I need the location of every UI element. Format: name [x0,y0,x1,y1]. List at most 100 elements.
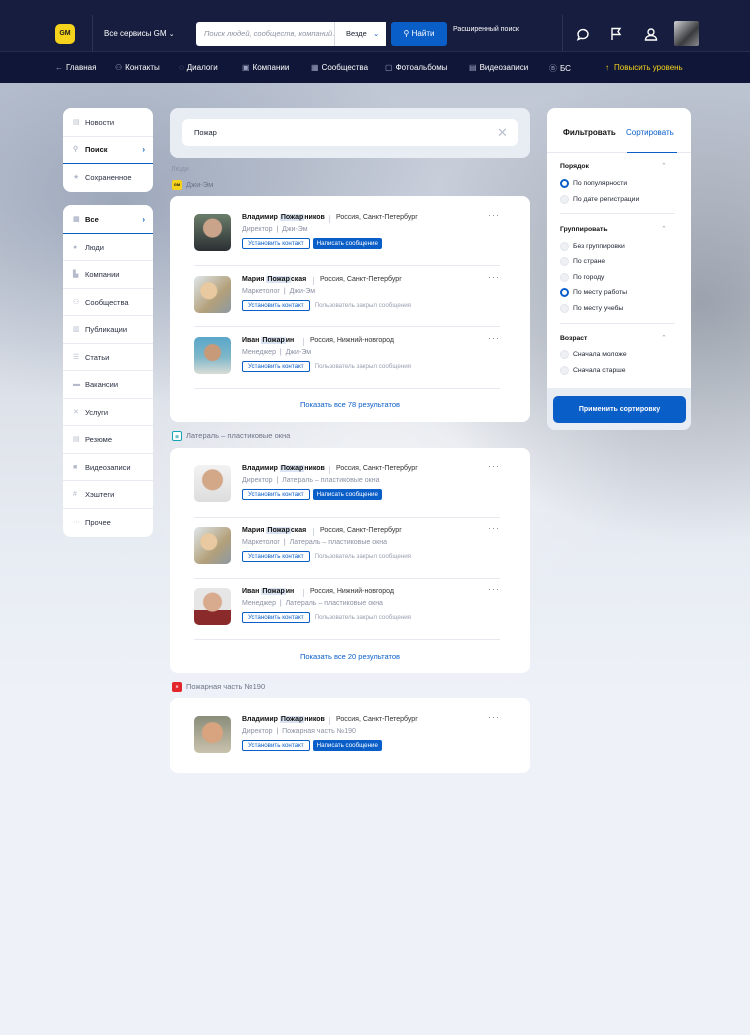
person-name[interactable]: Владимир Пожарников [242,716,325,723]
arrow-left-icon: ← [55,63,63,72]
query-input[interactable]: Пожар [182,119,518,146]
category-companies[interactable]: ▙ Компании [63,261,153,289]
add-contact-button[interactable]: Установить контакт [242,489,310,500]
gm-logo[interactable]: GM [55,24,75,44]
document-icon: ▥ [73,326,80,333]
person-name[interactable]: Иван Пожарин [242,337,294,344]
nav-label: БС [560,64,571,73]
user-icon[interactable] [643,26,659,42]
person-photo[interactable] [194,276,231,313]
category-communities[interactable]: ⚇ Сообщества [63,289,153,316]
category-publications[interactable]: ▥ Публикации [63,316,153,344]
bs-icon: Ⓑ [549,64,557,73]
radio-popularity[interactable]: По популярности [560,179,627,188]
person-photo[interactable] [194,527,231,564]
person-photo[interactable] [194,588,231,625]
nav-communities[interactable]: ▦ Сообщества [311,63,368,72]
scope-label: Везде [346,29,367,38]
star-icon: ★ [73,174,80,181]
add-contact-button[interactable]: Установить контакт [242,361,310,372]
person-name[interactable]: Мария Пожарская [242,527,306,534]
category-hashtags[interactable]: # Хэштеги [63,481,153,509]
sidebar-main: ▤ Новости ⚲ Поиск › ★ Сохраненное [63,108,153,192]
radio-registration-date[interactable]: По дате регистрации [560,195,639,204]
person-name[interactable]: Владимир Пожарников [242,214,325,221]
advanced-search-link[interactable]: Расширенный поиск [453,25,523,35]
radio-no-grouping[interactable]: Без группировки [560,242,625,251]
person-photo[interactable] [194,716,231,753]
radio-by-country[interactable]: По стране [560,257,605,266]
more-icon[interactable]: ··· [488,584,500,594]
nav-contacts[interactable]: ⚇ Контакты [115,63,160,72]
add-contact-button[interactable]: Установить контакт [242,612,310,623]
category-all[interactable]: ▦ Все › [63,206,153,234]
radio-by-workplace[interactable]: По месту работы [560,288,627,297]
person-name[interactable]: Мария Пожарская [242,276,306,283]
sidebar-item-saved[interactable]: ★ Сохраненное [63,164,153,192]
person-photo[interactable] [194,214,231,251]
category-articles[interactable]: ☰ Статьи [63,344,153,371]
flag-icon[interactable] [608,26,624,42]
person-name[interactable]: Владимир Пожарников [242,465,325,472]
nav-home[interactable]: ← Главная [55,63,96,72]
person-photo[interactable] [194,337,231,374]
list-item: Мария Пожарская Россия, Санкт-Петербург … [194,272,502,338]
more-icon[interactable]: ··· [488,210,500,220]
category-people[interactable]: ● Люди [63,234,153,261]
show-all-link[interactable]: Показать все 78 результатов [170,400,530,409]
tab-filter[interactable]: Фильтровать [563,128,616,137]
sidebar-item-news[interactable]: ▤ Новости [63,109,153,137]
nav-companies[interactable]: ▣ Компании [242,63,289,72]
radio-by-school[interactable]: По месту учебы [560,304,623,313]
find-button[interactable]: ⚲ Найти [391,22,447,46]
add-contact-button[interactable]: Установить контакт [242,740,310,751]
sidebar-item-search[interactable]: ⚲ Поиск › [63,136,153,164]
chevron-down-icon: ⌄ [372,29,380,38]
radio-by-city[interactable]: По городу [560,273,604,282]
more-icon[interactable]: ··· [488,461,500,471]
add-contact-button[interactable]: Установить контакт [242,551,310,562]
send-message-button[interactable]: Написать сообщение [312,740,382,751]
person-name[interactable]: Иван Пожарин [242,588,294,595]
category-label: Публикации [85,325,128,334]
nav-label: Компании [252,63,290,72]
nav-albums[interactable]: ▢ Фотоальбомы [385,63,448,72]
nav-videos[interactable]: ▤ Видеозаписи [469,63,528,72]
resume-icon: ▤ [73,436,80,443]
apply-sort-button[interactable]: Применить сортировку [553,396,686,423]
send-message-button[interactable]: Написать сообщение [312,489,382,500]
search-input[interactable]: Поиск людей, сообществ, компаний… [196,22,334,46]
nav-dialogs[interactable]: ◌ Диалоги [179,63,218,72]
send-message-button[interactable]: Написать сообщение [312,238,382,249]
nav-bs[interactable]: Ⓑ БС [549,63,571,74]
radio-younger-first[interactable]: Сначала моложе [560,350,627,359]
add-contact-button[interactable]: Установить контакт [242,300,310,311]
messages-closed-note: Пользователь закрыл сообщения [314,363,412,370]
more-icon[interactable]: ··· [488,712,500,722]
scope-select[interactable]: Везде ⌄ [334,22,386,46]
more-icon[interactable]: ··· [488,523,500,533]
services-dropdown[interactable]: Все сервисы GM ⌄ [104,29,175,38]
radio-older-first[interactable]: Сначала старше [560,366,625,375]
clear-icon[interactable]: ✕ [497,125,508,141]
show-all-link[interactable]: Показать все 20 результатов [170,652,530,661]
category-vacancies[interactable]: ▬ Вакансии [63,371,153,399]
more-icon[interactable]: ··· [488,272,500,282]
category-other[interactable]: ··· Прочее [63,509,153,537]
chevron-up-icon[interactable]: ⌃ [661,162,667,170]
upgrade-link[interactable]: ↑ Повысить уровень [605,63,688,72]
tab-sort[interactable]: Сортировать [626,128,674,137]
category-label: Все [85,215,99,224]
chat-icon[interactable] [575,26,591,42]
avatar[interactable] [674,21,699,46]
category-services[interactable]: ✕ Услуги [63,399,153,426]
category-resume[interactable]: ▤ Резюме [63,426,153,454]
category-videos[interactable]: ■ Видеозаписи [63,454,153,481]
chevron-up-icon[interactable]: ⌃ [661,334,667,342]
messages-closed-note: Пользователь закрыл сообщения [314,553,412,560]
category-label: Сообщества [85,297,129,307]
add-contact-button[interactable]: Установить контакт [242,238,310,249]
chevron-up-icon[interactable]: ⌃ [661,225,667,233]
more-icon[interactable]: ··· [488,333,500,343]
person-photo[interactable] [194,465,231,502]
